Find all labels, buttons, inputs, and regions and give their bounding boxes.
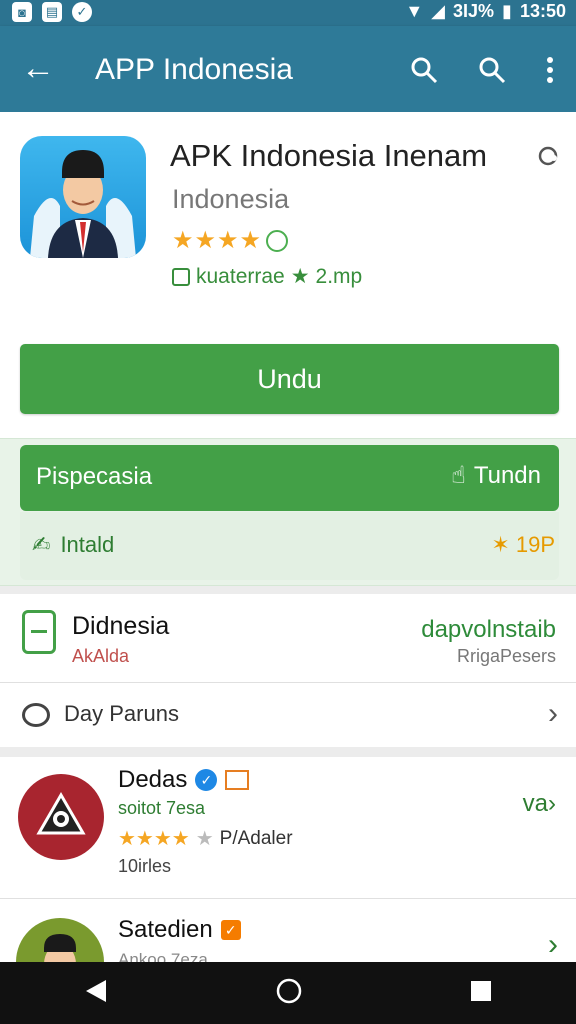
verified-icon: ✓: [220, 920, 241, 940]
app-bar: ← APP Indonesia: [0, 26, 576, 112]
list-item-rating: ★★★★ ★ P/Adaler: [118, 826, 293, 851]
app-name: APK Indonesia Inenam: [170, 138, 488, 173]
rating-info-icon: [266, 230, 288, 252]
more-vert-icon[interactable]: [530, 50, 570, 90]
promo-row-label: Intald: [60, 532, 115, 557]
signal-icon: ◢: [431, 1, 446, 21]
size-text: 2.mp: [315, 264, 363, 288]
battery-outline-icon: [22, 610, 56, 654]
chevron-right-icon: ›: [548, 697, 558, 730]
list-item-version: 10irles: [118, 856, 172, 876]
app-icon: [20, 136, 146, 258]
badge-box-icon: [225, 770, 250, 790]
promo-row-value: 19P: [515, 532, 555, 557]
promo-bar-action: Tundn: [473, 461, 541, 489]
list-item-subtitle: soitot 7esa: [118, 798, 206, 818]
wifi-icon: ▼: [405, 1, 424, 21]
verified-icon: ✓: [195, 769, 218, 791]
promo-bar-label: Pispecasia: [36, 463, 153, 490]
list-item-title-row: Dedas ✓: [118, 766, 250, 794]
clock: 13:50: [519, 1, 566, 21]
home-nav-icon[interactable]: [275, 977, 303, 1010]
section-divider: [0, 586, 576, 594]
thumb-icon: ✍: [32, 532, 51, 557]
install-button[interactable]: Undu: [20, 344, 559, 414]
info-subtitle: AkAlda: [72, 646, 130, 666]
list-item-title: Dedas: [118, 766, 188, 793]
category-text: kuaterrae: [196, 264, 285, 288]
rating-stars: ★★★★: [118, 828, 190, 850]
document-notification-icon: ▤: [42, 2, 62, 22]
rating-stars: ★★★★: [172, 227, 263, 254]
check-notification-icon: ✓: [72, 2, 92, 22]
rating-label: P/Adaler: [219, 827, 293, 849]
star-icon: ★: [290, 265, 310, 288]
promo-bar[interactable]: Pispecasia ☝ Tundn: [20, 445, 559, 511]
reviews-label: Day Paruns: [64, 701, 179, 726]
list-item-title-row: Satedien ✓: [118, 916, 241, 944]
recents-nav-icon[interactable]: [470, 980, 492, 1007]
search-icon[interactable]: [404, 50, 444, 90]
list-item-right[interactable]: va›: [523, 790, 556, 818]
battery-text: 3IJ%: [453, 1, 495, 21]
developer-name[interactable]: Indonesia: [172, 184, 289, 215]
hand-pointer-icon: ☝: [451, 462, 466, 489]
empty-star-icon: ★: [195, 828, 214, 850]
battery-icon: ▮: [502, 1, 512, 21]
list-item-right-text: va: [522, 790, 548, 817]
app-meta: kuaterrae ★ 2.mp: [172, 264, 362, 289]
sparkle-icon: ✶: [491, 532, 510, 557]
gallery-notification-icon: ◙: [12, 2, 32, 22]
promo-row[interactable]: ✍ Intald ✶ 19P: [20, 512, 559, 580]
reviews-row[interactable]: Day Paruns ›: [0, 683, 576, 747]
status-bar: ◙ ▤ ✓ ▼ ◢ 3IJ% ▮ 13:50: [0, 0, 576, 26]
chevron-right-icon[interactable]: ›: [548, 928, 558, 962]
back-nav-icon[interactable]: [84, 978, 108, 1009]
share-icon[interactable]: [536, 144, 560, 168]
list-item-title: Satedien: [118, 916, 213, 943]
info-right-title[interactable]: dapvolnstaib: [421, 616, 556, 644]
chevron-right-icon: ›: [548, 790, 556, 817]
system-nav-bar: [0, 962, 576, 1024]
back-arrow-icon[interactable]: ←: [18, 48, 58, 88]
avatar: [18, 774, 104, 860]
category-icon: [172, 267, 190, 286]
info-right-subtitle: RrigaPesers: [456, 646, 556, 666]
comment-icon: [22, 703, 50, 727]
search-icon[interactable]: [472, 50, 512, 90]
list-item-subtitle: Ankoo 7eza: [118, 950, 208, 962]
section-divider: [0, 747, 576, 757]
info-title: Didnesia: [72, 612, 170, 640]
app-bar-title: APP Indonesia: [95, 53, 293, 86]
